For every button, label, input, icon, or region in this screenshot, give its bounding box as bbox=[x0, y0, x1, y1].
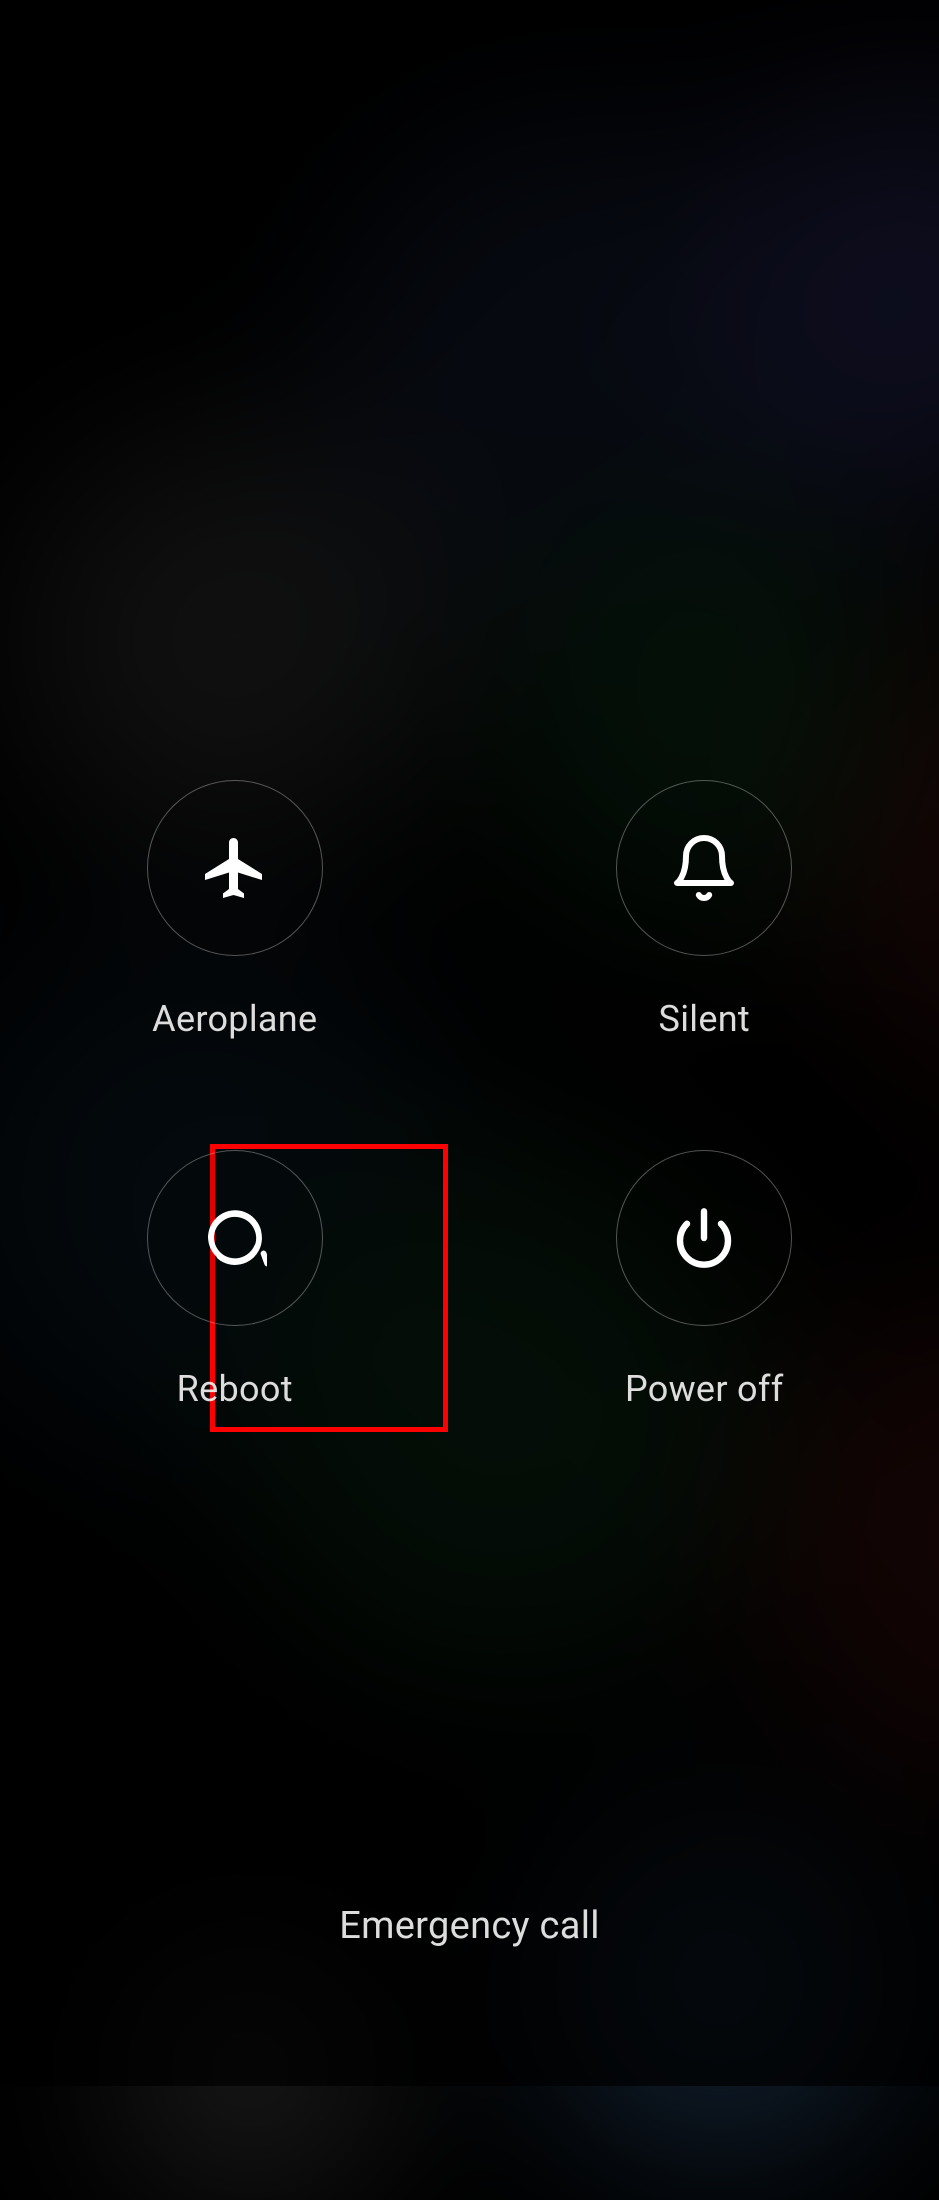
poweroff-circle bbox=[616, 1150, 792, 1326]
power-icon bbox=[672, 1206, 736, 1270]
aeroplane-circle bbox=[147, 780, 323, 956]
airplane-icon bbox=[199, 832, 271, 904]
reboot-circle bbox=[147, 1150, 323, 1326]
reboot-label: Reboot bbox=[177, 1368, 293, 1410]
reboot-button[interactable]: Reboot bbox=[147, 1150, 323, 1410]
bell-icon bbox=[668, 832, 740, 904]
poweroff-button[interactable]: Power off bbox=[616, 1150, 792, 1410]
silent-circle bbox=[616, 780, 792, 956]
poweroff-label: Power off bbox=[625, 1368, 784, 1410]
silent-label: Silent bbox=[659, 998, 750, 1040]
emergency-call-button[interactable]: Emergency call bbox=[0, 1904, 939, 1948]
aeroplane-label: Aeroplane bbox=[152, 998, 317, 1040]
aeroplane-button[interactable]: Aeroplane bbox=[147, 780, 323, 1040]
reboot-icon bbox=[203, 1206, 267, 1270]
power-menu-grid: Aeroplane Silent Reboo bbox=[0, 780, 939, 1410]
silent-button[interactable]: Silent bbox=[616, 780, 792, 1040]
